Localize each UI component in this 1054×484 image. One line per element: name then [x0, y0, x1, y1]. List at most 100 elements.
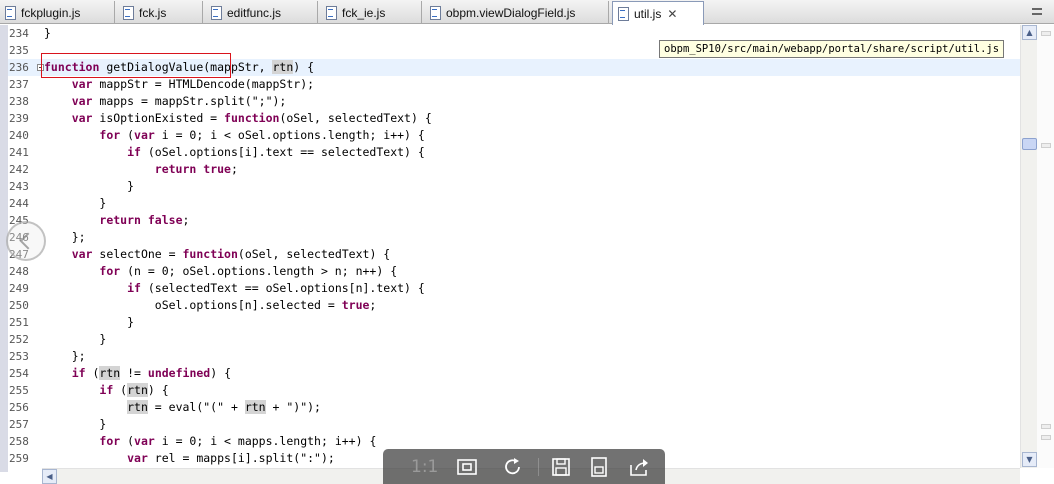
code-line[interactable]: 249 if (selectedText == oSel.options[n].…: [0, 280, 1020, 297]
overview-mark[interactable]: [1041, 31, 1051, 36]
code-text[interactable]: var selectOne = function(oSel, selectedT…: [44, 246, 391, 263]
code-text[interactable]: return true;: [44, 161, 238, 178]
minimize-button[interactable]: [1026, 2, 1048, 20]
tab-label: obpm.viewDialogField.js: [446, 5, 576, 20]
code-text[interactable]: if (oSel.options[i].text == selectedText…: [44, 144, 425, 161]
scroll-left-button[interactable]: ◀: [42, 469, 57, 484]
code-line[interactable]: 257 }: [0, 416, 1020, 433]
back-button[interactable]: [6, 221, 46, 261]
tab-obpm-viewdialogfield[interactable]: obpm.viewDialogField.js: [425, 1, 609, 24]
save-icon[interactable]: [550, 456, 572, 478]
code-line[interactable]: 255 if (rtn) {: [0, 382, 1020, 399]
actual-size-button[interactable]: 1:1: [411, 456, 438, 478]
js-file-icon: [429, 6, 441, 20]
code-text[interactable]: for (var i = 0; i < mapps.length; i++) {: [44, 433, 376, 450]
vertical-scrollbar[interactable]: ▲ ▼: [1020, 25, 1037, 468]
code-text[interactable]: }: [44, 314, 134, 331]
code-line[interactable]: 242 return true;: [0, 161, 1020, 178]
scroll-up-button[interactable]: ▲: [1022, 25, 1037, 40]
code-editor[interactable]: 234} 235 236 function getDialogValue(mappSt…: [0, 25, 1020, 472]
code-text[interactable]: }: [44, 178, 134, 195]
code-text[interactable]: }: [44, 25, 51, 42]
line-number: 254: [9, 367, 29, 380]
code-text[interactable]: var mappStr = HTMLDencode(mappStr);: [44, 76, 314, 93]
line-number: 236: [9, 61, 29, 74]
line-number: 250: [9, 299, 29, 312]
code-line[interactable]: 240 for (var i = 0; i < oSel.options.len…: [0, 127, 1020, 144]
code-line[interactable]: 256 rtn = eval("(" + rtn + ")");: [0, 399, 1020, 416]
line-number: 253: [9, 350, 29, 363]
code-text[interactable]: var rel = mapps[i].split(":");: [44, 450, 335, 467]
code-line[interactable]: 248 for (n = 0; oSel.options.length > n;…: [0, 263, 1020, 280]
code-text[interactable]: };: [44, 229, 86, 246]
line-number: 251: [9, 316, 29, 329]
share-icon[interactable]: [628, 456, 650, 478]
code-line[interactable]: 253 };: [0, 348, 1020, 365]
code-text[interactable]: if (selectedText == oSel.options[n].text…: [44, 280, 425, 297]
code-text[interactable]: if (rtn) {: [44, 382, 169, 399]
code-line[interactable]: 243 }: [0, 178, 1020, 195]
line-number: 243: [9, 180, 29, 193]
line-number: 255: [9, 384, 29, 397]
editor-tab-bar: fckplugin.js fck.js editfunc.js fck_ie.j…: [0, 0, 1054, 25]
tab-label: fck_ie.js: [342, 5, 386, 20]
line-number: 240: [9, 129, 29, 142]
code-text[interactable]: oSel.options[n].selected = true;: [44, 297, 377, 314]
code-line[interactable]: 239 var isOptionExisted = function(oSel,…: [0, 110, 1020, 127]
code-text[interactable]: };: [44, 348, 86, 365]
code-line[interactable]: 251 }: [0, 314, 1020, 331]
code-line[interactable]: 247 var selectOne = function(oSel, selec…: [0, 246, 1020, 263]
line-number: 237: [9, 78, 29, 91]
js-file-icon: [325, 6, 337, 20]
line-number: 259: [9, 452, 29, 465]
code-text[interactable]: }: [44, 195, 106, 212]
code-text[interactable]: return false;: [44, 212, 189, 229]
print-icon[interactable]: [588, 456, 610, 478]
code-text[interactable]: }: [44, 416, 106, 433]
rotate-icon[interactable]: [502, 456, 524, 478]
image-viewer-toolbar: 1:1: [383, 449, 665, 484]
line-number: 234: [9, 27, 29, 40]
close-icon[interactable]: ✕: [667, 7, 677, 21]
line-number: 235: [9, 44, 29, 57]
line-number: 242: [9, 163, 29, 176]
line-number: 249: [9, 282, 29, 295]
tab-fckplugin[interactable]: fckplugin.js: [0, 1, 115, 24]
code-line[interactable]: 250 oSel.options[n].selected = true;: [0, 297, 1020, 314]
code-line[interactable]: 258 for (var i = 0; i < mapps.length; i+…: [0, 433, 1020, 450]
code-text[interactable]: rtn = eval("(" + rtn + ")");: [44, 399, 321, 416]
tab-label: util.js: [634, 6, 662, 21]
tab-util[interactable]: util.js ✕: [612, 1, 704, 25]
line-number: 258: [9, 435, 29, 448]
js-file-icon: [210, 6, 222, 20]
line-number: 252: [9, 333, 29, 346]
code-line[interactable]: 238 var mapps = mappStr.split(";");: [0, 93, 1020, 110]
fit-screen-icon[interactable]: [456, 456, 478, 478]
code-text[interactable]: for (n = 0; oSel.options.length > n; n++…: [44, 263, 397, 280]
code-line[interactable]: 244 }: [0, 195, 1020, 212]
code-text[interactable]: }: [44, 331, 106, 348]
code-line[interactable]: 246 };: [0, 229, 1020, 246]
tab-editfunc[interactable]: editfunc.js: [206, 1, 318, 24]
code-line[interactable]: 245 return false;: [0, 212, 1020, 229]
code-text[interactable]: if (rtn != undefined) {: [44, 365, 231, 382]
code-text[interactable]: var mapps = mappStr.split(";");: [44, 93, 287, 110]
code-line[interactable]: 241 if (oSel.options[i].text == selected…: [0, 144, 1020, 161]
tab-fck[interactable]: fck.js: [118, 1, 203, 24]
overview-mark[interactable]: [1041, 435, 1051, 440]
code-line[interactable]: 252 }: [0, 331, 1020, 348]
code-line[interactable]: 254 if (rtn != undefined) {: [0, 365, 1020, 382]
tab-fck-ie[interactable]: fck_ie.js: [321, 1, 422, 24]
overview-mark[interactable]: [1041, 143, 1051, 148]
code-text[interactable]: for (var i = 0; i < oSel.options.length;…: [44, 127, 424, 144]
scroll-down-button[interactable]: ▼: [1022, 452, 1037, 467]
tab-label: fckplugin.js: [21, 5, 81, 20]
line-number: 256: [9, 401, 29, 414]
js-file-icon: [4, 6, 16, 20]
highlight-box: [41, 53, 231, 78]
code-line[interactable]: 237 var mappStr = HTMLDencode(mappStr);: [0, 76, 1020, 93]
toolbar-divider: [538, 458, 539, 476]
scroll-thumb[interactable]: [1022, 138, 1037, 150]
code-text[interactable]: var isOptionExisted = function(oSel, sel…: [44, 110, 432, 127]
overview-mark[interactable]: [1041, 424, 1051, 429]
